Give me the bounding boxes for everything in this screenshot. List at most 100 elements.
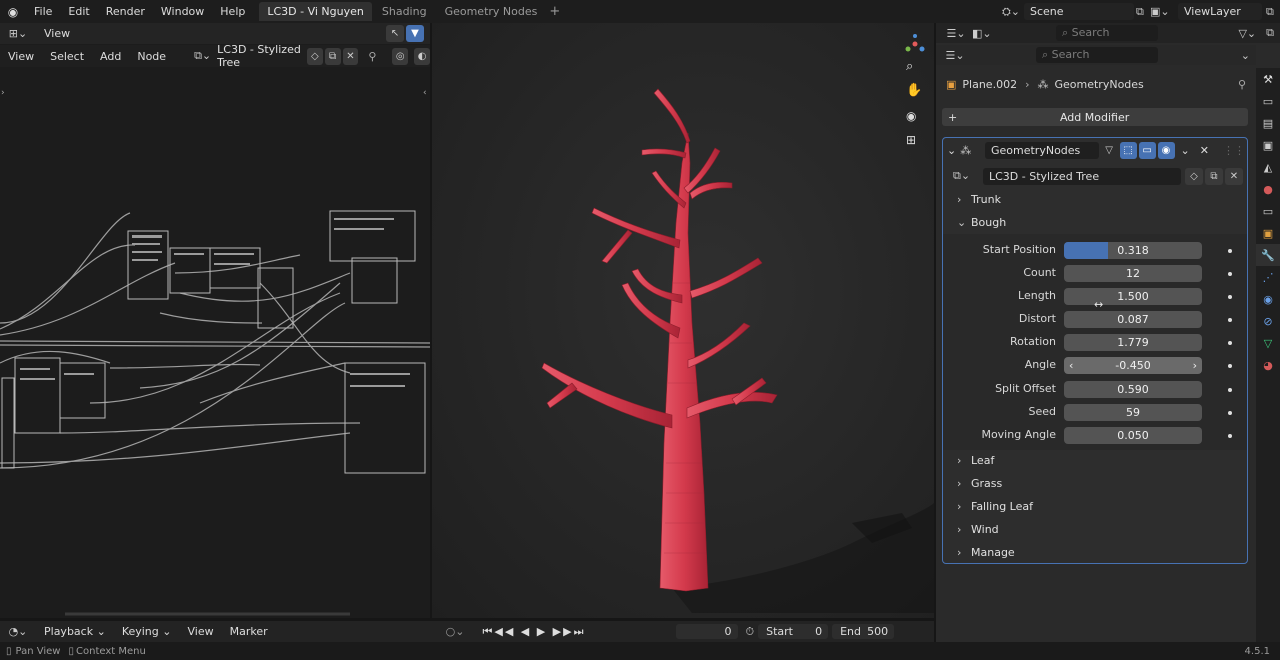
tab-data-icon[interactable]: ▽	[1256, 332, 1280, 354]
auto-key-icon[interactable]: ○⌄	[446, 625, 465, 638]
viewport-toggle-icon[interactable]: ▭	[1138, 141, 1156, 159]
edit-mode-toggle-icon[interactable]: ▽	[1100, 141, 1118, 159]
length-field[interactable]: 1.500	[1064, 288, 1202, 305]
sidebar-toggle-icon[interactable]: ›	[1, 88, 5, 98]
select-tool-icon[interactable]: ↖	[386, 25, 404, 42]
tab-workspace-shading[interactable]: Shading	[374, 2, 435, 21]
snapping-icon[interactable]: ◐	[414, 47, 430, 65]
editor-type-icon[interactable]: ⊞⌄	[0, 27, 36, 40]
unlink-icon[interactable]: ✕	[342, 47, 359, 65]
navigation-gizmo[interactable]	[900, 31, 930, 60]
add-workspace-button[interactable]: +	[549, 4, 560, 19]
node-editor-area[interactable]: › ‹	[0, 23, 430, 618]
fake-user-icon[interactable]: ◇	[306, 47, 323, 65]
tab-modifiers-icon[interactable]: 🔧	[1256, 244, 1280, 266]
modifier-name-field[interactable]: GeometryNodes	[984, 141, 1099, 159]
count-field[interactable]: 12	[1064, 265, 1202, 282]
new-collection-icon[interactable]: ⧉	[1266, 26, 1274, 40]
keyframe-dot-icon[interactable]	[1228, 388, 1232, 392]
drag-handle-icon[interactable]: ⋮⋮	[1223, 144, 1245, 157]
node-tree-type-icon[interactable]: ⧉⌄	[194, 49, 211, 63]
section-manage[interactable]: › Manage	[957, 546, 1015, 559]
section-leaf[interactable]: › Leaf	[957, 454, 994, 467]
scene-name-field[interactable]: Scene	[1024, 3, 1134, 20]
tab-tool-icon[interactable]: ⚒	[1256, 68, 1280, 90]
tab-material-icon[interactable]: ◕	[1256, 354, 1280, 376]
pin-properties-icon[interactable]: ⚲	[1238, 78, 1246, 91]
3d-viewport[interactable]: ⌕ ✋ ◉ ⊞	[432, 23, 934, 618]
duplicate-icon[interactable]: ⧉	[324, 47, 341, 65]
node-menu-select[interactable]: Select	[42, 46, 92, 67]
keyframe-dot-icon[interactable]	[1228, 249, 1232, 253]
tree-model[interactable]	[432, 23, 934, 618]
properties-options-icon[interactable]: ⌄	[1241, 49, 1250, 62]
pin-icon[interactable]: ⚲	[368, 50, 376, 63]
timeline-editor-icon[interactable]: ◔⌄	[0, 625, 36, 638]
section-falling-leaf[interactable]: › Falling Leaf	[957, 500, 1033, 513]
node-view-menu[interactable]: View	[36, 23, 78, 44]
node-group-type-icon[interactable]: ⧉⌄	[953, 169, 983, 183]
angle-field[interactable]: ‹ -0.450 ›	[1064, 357, 1202, 374]
keyframe-dot-icon[interactable]	[1228, 272, 1232, 276]
section-trunk[interactable]: › Trunk	[957, 193, 1001, 206]
collapse-modifier-icon[interactable]: ⌄	[947, 144, 960, 157]
node-menu-node[interactable]: Node	[129, 46, 174, 67]
stopwatch-icon[interactable]: ⏱	[746, 625, 755, 639]
keyframe-dot-icon[interactable]	[1228, 341, 1232, 345]
grid-icon[interactable]: ⊞	[906, 133, 916, 147]
tab-workspace-geometry-nodes[interactable]: Geometry Nodes	[437, 2, 546, 21]
section-wind[interactable]: › Wind	[957, 523, 999, 536]
node-group-unlink-icon[interactable]: ✕	[1225, 167, 1243, 185]
menu-file[interactable]: File	[26, 0, 60, 23]
tab-view-layer-icon[interactable]: ▣	[1256, 134, 1280, 156]
tab-world-icon[interactable]: ●	[1256, 178, 1280, 200]
add-modifier-button[interactable]: + Add Modifier	[942, 108, 1248, 126]
keyframe-dot-icon[interactable]	[1228, 318, 1232, 322]
remove-modifier-icon[interactable]: ✕	[1200, 144, 1209, 157]
new-view-layer-icon[interactable]: ⧉	[1266, 5, 1274, 19]
node-group-fake-user-icon[interactable]: ◇	[1185, 167, 1203, 185]
filter-funnel-icon[interactable]: ▽⌄	[1238, 27, 1256, 40]
tab-object-icon[interactable]: ▣	[1256, 222, 1280, 244]
start-frame-field[interactable]: Start 0	[758, 624, 829, 639]
properties-search-input[interactable]: ⌕ Search	[1036, 47, 1158, 63]
section-bough[interactable]: ⌄ Bough	[957, 216, 1006, 229]
toolshelf-toggle-icon[interactable]: ‹	[423, 88, 427, 98]
tab-constraints-icon[interactable]: ⊘	[1256, 310, 1280, 332]
tab-scene-icon[interactable]: ◭	[1256, 156, 1280, 178]
menu-window[interactable]: Window	[153, 0, 212, 23]
tab-output-icon[interactable]: ▤	[1256, 112, 1280, 134]
breadcrumb-modifier[interactable]: GeometryNodes	[1054, 78, 1143, 91]
render-toggle-icon[interactable]: ◉	[1157, 141, 1175, 159]
tab-physics-icon[interactable]: ◉	[1256, 288, 1280, 310]
tab-render-icon[interactable]: ▭	[1256, 90, 1280, 112]
new-scene-icon[interactable]: ⧉	[1136, 5, 1144, 19]
camera-icon[interactable]: ◉	[906, 109, 916, 123]
increment-arrow-icon[interactable]: ›	[1193, 357, 1197, 374]
current-frame-field[interactable]: 0	[675, 624, 738, 639]
timeline-playback-menu[interactable]: Playback ⌄	[36, 621, 114, 642]
cage-toggle-icon[interactable]: ⬚	[1119, 141, 1137, 159]
node-graph-canvas[interactable]	[0, 23, 430, 618]
timeline-marker-menu[interactable]: Marker	[222, 621, 276, 642]
node-menu-view[interactable]: View	[0, 46, 42, 67]
blender-logo-icon[interactable]: ◉	[0, 5, 26, 19]
node-menu-add[interactable]: Add	[92, 46, 129, 67]
zoom-icon[interactable]: ⌕	[906, 59, 913, 74]
keyframe-dot-icon[interactable]	[1228, 364, 1232, 368]
outliner-search-input[interactable]: ⌕ Search	[1056, 25, 1158, 41]
breadcrumb-object[interactable]: Plane.002	[962, 78, 1017, 91]
moving-angle-field[interactable]: 0.050	[1064, 427, 1202, 444]
view-layer-selector[interactable]: ▣⌄ ViewLayer ⧉	[1150, 3, 1274, 20]
keyframe-dot-icon[interactable]	[1228, 434, 1232, 438]
display-mode-icon[interactable]: ◧⌄	[972, 27, 1000, 40]
node-tree-name[interactable]: LC3D - Stylized Tree	[217, 43, 305, 69]
tab-collection-icon[interactable]: ▭	[1256, 200, 1280, 222]
menu-help[interactable]: Help	[212, 0, 253, 23]
decrement-arrow-icon[interactable]: ‹	[1069, 357, 1073, 374]
timeline-view-menu[interactable]: View	[179, 621, 221, 642]
seed-field[interactable]: 59	[1064, 404, 1202, 421]
distort-field[interactable]: 0.087	[1064, 311, 1202, 328]
timeline-keying-menu[interactable]: Keying ⌄	[114, 621, 180, 642]
keyframe-dot-icon[interactable]	[1228, 295, 1232, 299]
